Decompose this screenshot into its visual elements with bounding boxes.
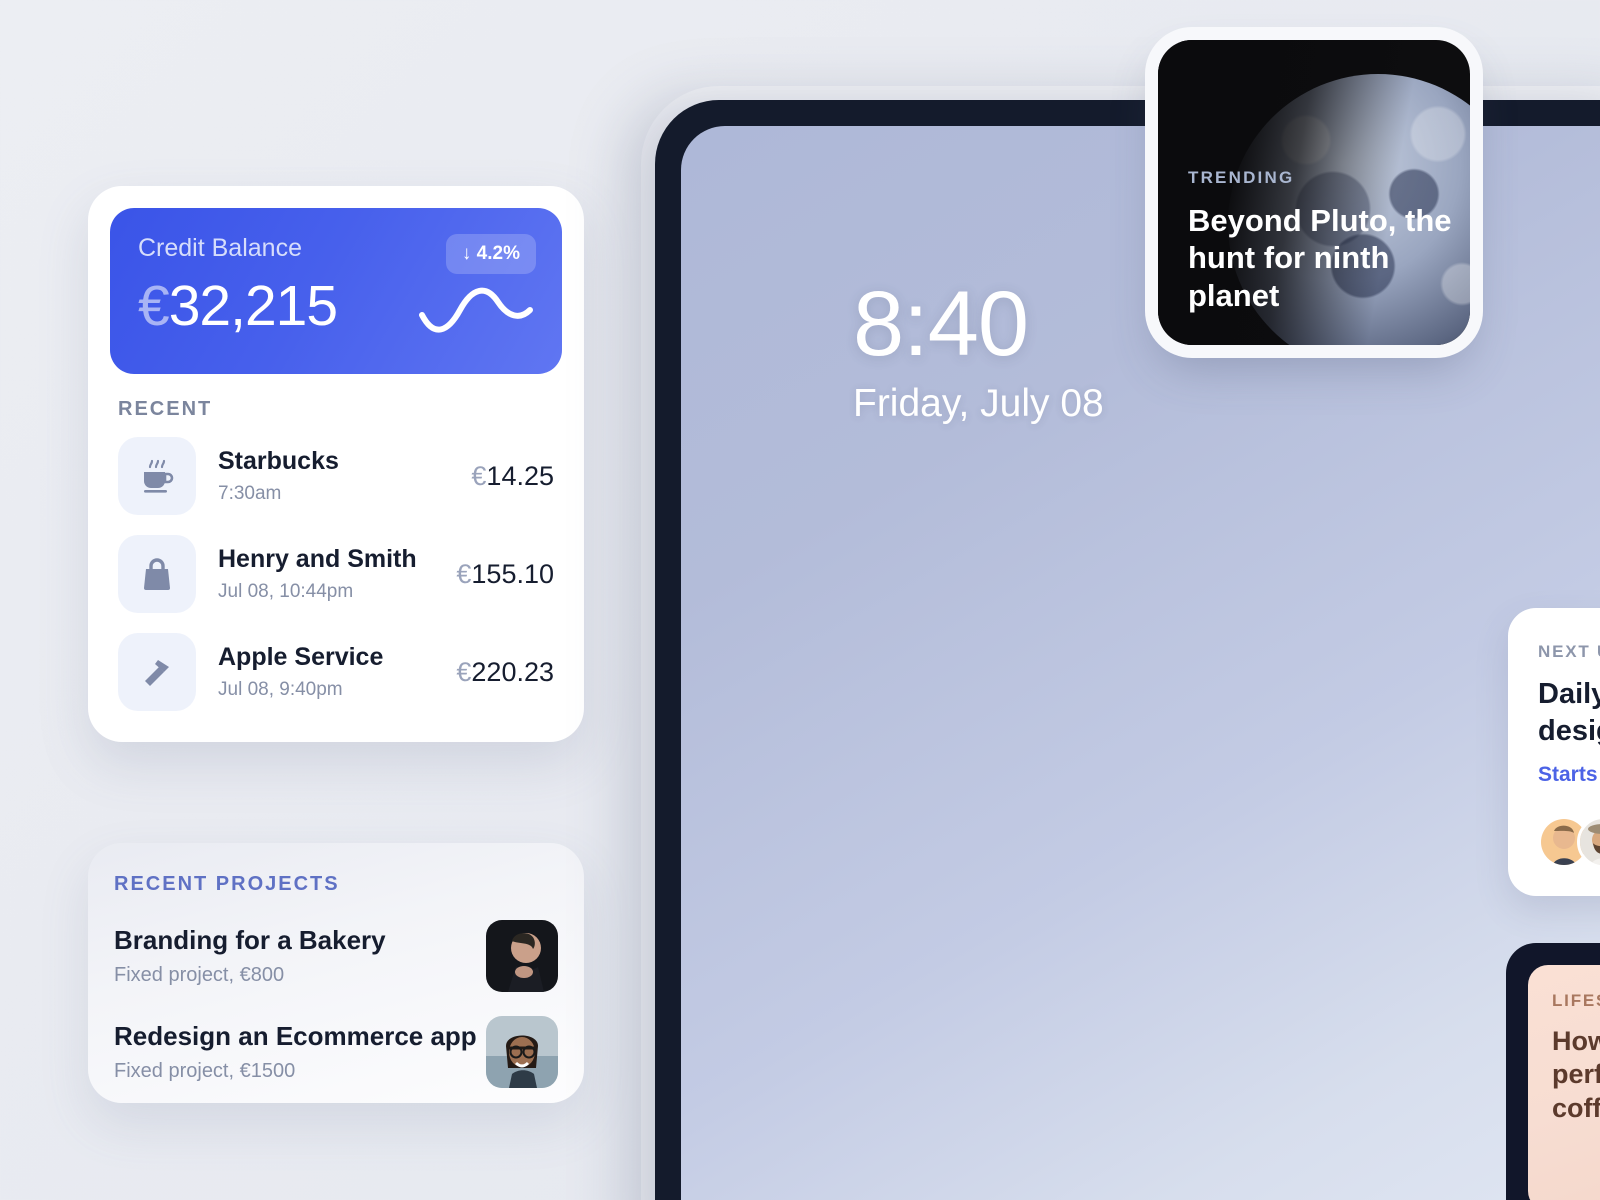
transaction-name: Starbucks (218, 447, 339, 475)
sparkline-icon (419, 287, 533, 333)
balance-hero[interactable]: Credit Balance €32,215 ↓ 4.2% (110, 208, 562, 374)
list-item[interactable]: Redesign an Ecommerce app Fixed project,… (114, 1016, 558, 1088)
change-badge: ↓ 4.2% (445, 234, 536, 274)
trending-headline: Beyond Pluto, the hunt for ninth planet (1188, 202, 1452, 314)
recent-label: RECENT (118, 398, 213, 420)
project-sub: Fixed project, €800 (114, 964, 285, 986)
transaction-time: Jul 08, 10:44pm (218, 581, 354, 602)
transaction-time: 7:30am (218, 483, 282, 504)
currency-symbol: € (138, 274, 170, 338)
credit-balance-card: Credit Balance €32,215 ↓ 4.2% RECENT Sta… (88, 186, 584, 742)
hammer-icon (118, 633, 196, 711)
handbag-icon (118, 535, 196, 613)
lifestyle-kicker: LIFESTYLE (1552, 991, 1600, 1010)
lifestyle-title: How to make the perfect morning coffee (1552, 1026, 1600, 1123)
recent-projects-label: RECENT PROJECTS (114, 873, 340, 895)
attendee-avatars[interactable] (1538, 816, 1600, 868)
transaction-amount: €14.25 (471, 460, 554, 491)
next-up-kicker: NEXT UP (1538, 642, 1600, 661)
transaction-name: Apple Service (218, 643, 384, 671)
clock-date: Friday, July 08 (853, 382, 1104, 426)
list-item[interactable]: Branding for a Bakery Fixed project, €80… (114, 920, 558, 992)
next-up-widget[interactable]: NEXT UP Daily chat with design team Star… (1508, 608, 1600, 896)
transaction-time: Jul 08, 9:40pm (218, 679, 343, 700)
table-row[interactable]: Starbucks 7:30am €14.25 (110, 427, 562, 525)
transaction-amount: €220.23 (456, 656, 554, 687)
avatar (486, 920, 558, 992)
avatar (486, 1016, 558, 1088)
coffee-cup-icon (118, 437, 196, 515)
trending-widget[interactable]: TRENDING Beyond Pluto, the hunt for nint… (1158, 40, 1470, 345)
project-name: Redesign an Ecommerce app (114, 1021, 477, 1051)
lockscreen-clock: 8:40 Friday, July 08 (853, 273, 1104, 426)
clock-time: 8:40 (853, 273, 1029, 375)
recent-projects-card: RECENT PROJECTS Branding for a Bakery Fi… (88, 843, 584, 1103)
lifestyle-card[interactable]: LIFESTYLE How to make the perfect mornin… (1528, 965, 1600, 1200)
table-row[interactable]: Henry and Smith Jul 08, 10:44pm €155.10 (110, 525, 562, 623)
transaction-name: Henry and Smith (218, 545, 417, 573)
bottom-panel: LIFESTYLE How to make the perfect mornin… (1506, 943, 1600, 1200)
table-row[interactable]: Apple Service Jul 08, 9:40pm €220.23 (110, 623, 562, 721)
project-sub: Fixed project, €1500 (114, 1060, 296, 1082)
trending-kicker: TRENDING (1188, 167, 1295, 187)
transaction-amount: €155.10 (456, 558, 554, 589)
next-up-subtitle: Starts in 20 mins (1538, 763, 1600, 787)
next-up-title: Daily chat with design team (1538, 678, 1600, 747)
project-name: Branding for a Bakery (114, 925, 386, 955)
